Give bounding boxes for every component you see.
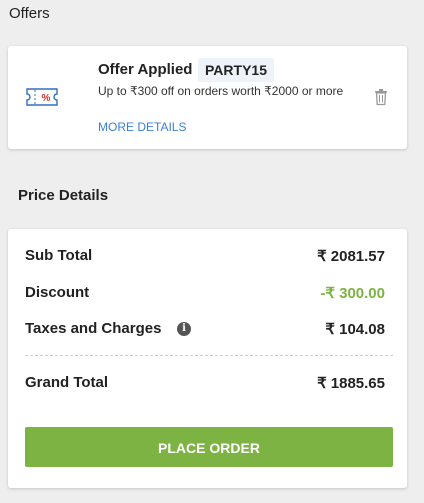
offer-description: Up to ₹300 off on orders worth ₹2000 or … bbox=[98, 84, 344, 98]
grand-total-value: ₹ 1885.65 bbox=[317, 375, 385, 392]
coupon-code-badge: PARTY15 bbox=[198, 58, 274, 82]
info-icon[interactable]: i bbox=[177, 322, 191, 336]
grand-total-label: Grand Total bbox=[25, 374, 109, 391]
offers-section-title: Offers bbox=[9, 5, 50, 22]
discount-label: Discount bbox=[25, 284, 90, 301]
taxes-value: ₹ 104.08 bbox=[325, 321, 385, 338]
price-details-title: Price Details bbox=[18, 187, 109, 204]
divider bbox=[25, 355, 393, 356]
taxes-label: Taxes and Charges bbox=[25, 320, 162, 337]
svg-text:%: % bbox=[42, 93, 51, 104]
price-details-card: Sub Total ₹ 2081.57 Discount -₹ 300.00 T… bbox=[8, 229, 407, 488]
place-order-button[interactable]: PLACE ORDER bbox=[25, 427, 393, 467]
discount-value: -₹ 300.00 bbox=[320, 285, 385, 302]
discount-row: Discount -₹ 300.00 bbox=[25, 284, 385, 304]
taxes-row: Taxes and Charges i ₹ 104.08 bbox=[25, 320, 385, 340]
subtotal-row: Sub Total ₹ 2081.57 bbox=[25, 247, 385, 267]
trash-icon[interactable] bbox=[373, 88, 389, 106]
offer-applied-title: Offer Applied bbox=[98, 61, 193, 78]
offer-card: % Offer Applied PARTY15 Up to ₹300 off o… bbox=[8, 46, 407, 149]
more-details-link[interactable]: MORE DETAILS bbox=[98, 120, 186, 134]
subtotal-value: ₹ 2081.57 bbox=[317, 248, 385, 265]
coupon-percent-icon: % bbox=[26, 88, 58, 106]
subtotal-label: Sub Total bbox=[25, 247, 93, 264]
grand-total-row: Grand Total ₹ 1885.65 bbox=[25, 374, 385, 394]
